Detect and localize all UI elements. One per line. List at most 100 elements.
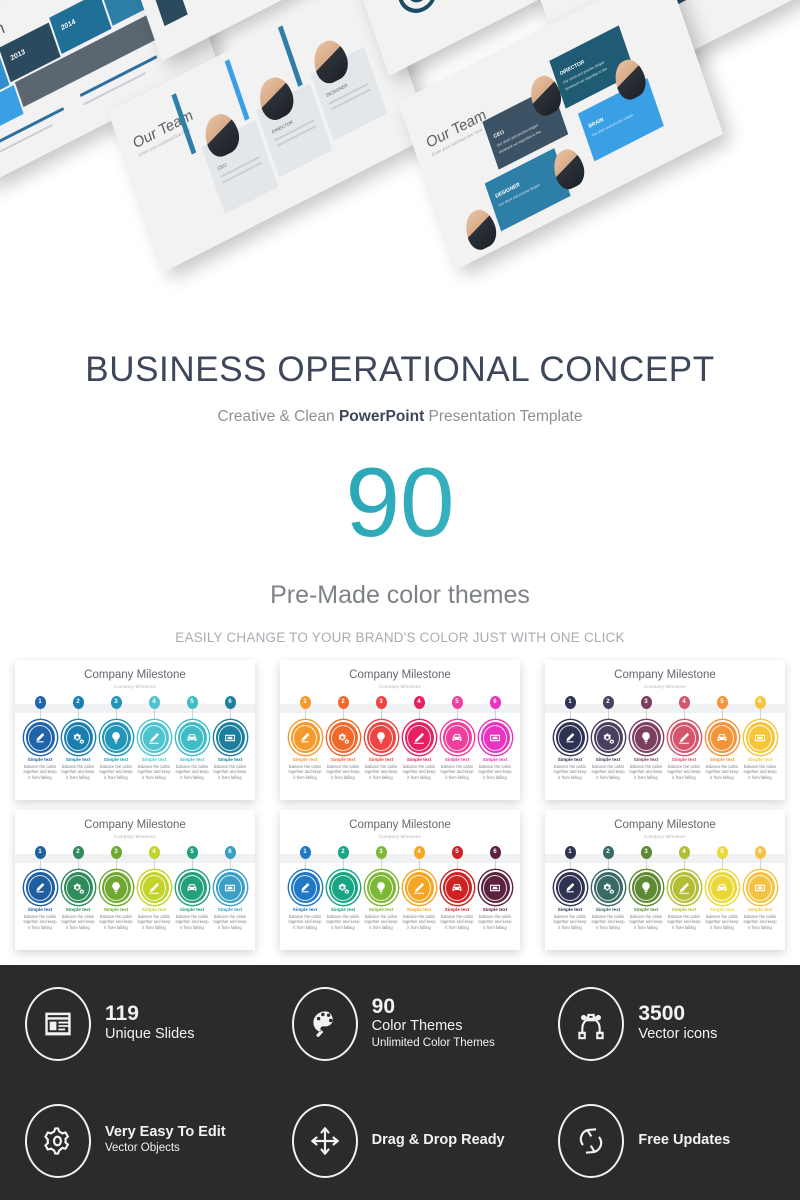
theme-card-title: Company Milestone [614,669,716,681]
feature-item-move[interactable]: Drag & Drop Ready [267,1082,534,1199]
theme-card-blue-teal[interactable]: Company Milestone Company Milestone 1 Simpl… [15,660,255,800]
lightbulb-icon[interactable] [631,872,661,903]
refresh-box-icon[interactable] [215,872,245,903]
refresh-box-icon[interactable] [215,722,245,753]
feature-item-palette[interactable]: 90 Color Themes Unlimited Color Themes [267,965,534,1082]
car-icon[interactable] [177,872,207,903]
pen-icon[interactable] [290,722,320,753]
milestone-step[interactable]: 1 Simple text balance the cabin together a… [21,696,59,781]
pen-icon[interactable] [555,872,585,903]
milestone-step[interactable]: 1 Simple text balance the cabin together a… [286,696,324,781]
feature-item-refresh[interactable]: Free Updates [533,1082,800,1199]
milestone-step[interactable]: 2 Simple text balance the cabin together a… [589,696,627,781]
pen-icon[interactable] [25,722,55,753]
milestone-step[interactable]: 1 Simple text balance the cabin together a… [551,696,589,781]
step-connector [721,709,723,722]
milestone-step[interactable]: 2 Simple text balance the cabin together a… [324,696,362,781]
milestone-step[interactable]: 6 Simple text balance the cabin together a… [476,696,514,781]
milestone-step[interactable]: 1 Simple text balance the cabin together a… [551,846,589,931]
milestone-step[interactable]: 3 Simple text balance the cabin together a… [362,696,400,781]
pen-icon[interactable] [555,722,585,753]
milestone-step[interactable]: 5 Simple text balance the cabin together a… [173,846,211,931]
step-number-badge: 1 [34,696,46,709]
milestone-step[interactable]: 3 Simple text balance the cabin together a… [97,846,135,931]
milestone-step[interactable]: 6 Simple text balance the cabin together a… [476,846,514,931]
car-icon[interactable] [442,722,472,753]
milestone-step[interactable]: 1 Simple text balance the cabin together a… [286,846,324,931]
theme-card-orange-magenta[interactable]: Company Milestone Company Milestone 1 Simpl… [280,660,520,800]
feature-text: 3500 Vector icons [638,1003,717,1043]
lightbulb-icon[interactable] [366,872,396,903]
milestone-step[interactable]: 3 Simple text balance the cabin together a… [362,846,400,931]
step-body-text: balance the cabin together and keep it f… [175,763,209,781]
pencil-icon[interactable] [404,872,434,903]
milestone-step[interactable]: 2 Simple text balance the cabin together a… [589,846,627,931]
milestone-step[interactable]: 4 Simple text balance the cabin together a… [665,846,703,931]
car-icon[interactable] [442,872,472,903]
gears-icon[interactable] [328,722,358,753]
milestone-step[interactable]: 4 Simple text balance the cabin together a… [400,846,438,931]
lightbulb-icon[interactable] [101,722,131,753]
pencil-icon[interactable] [404,722,434,753]
step-number-badge: 6 [489,696,501,709]
pencil-icon[interactable] [139,722,169,753]
refresh-box-icon[interactable] [480,722,510,753]
feature-item-vector[interactable]: 3500 Vector icons [533,965,800,1082]
pen-icon[interactable] [290,872,320,903]
step-heading: Simple text [103,757,129,762]
lightbulb-icon[interactable] [366,722,396,753]
milestone-step[interactable]: 2 Simple text balance the cabin together a… [59,846,97,931]
theme-card-subtitle: Company Milestone [378,834,422,839]
milestone-step[interactable]: 6 Simple text balance the cabin together a… [741,696,779,781]
pen-icon[interactable] [25,872,55,903]
milestone-step[interactable]: 3 Simple text balance the cabin together a… [627,846,665,931]
step-connector [380,709,382,722]
gears-icon[interactable] [63,722,93,753]
gears-icon[interactable] [593,872,623,903]
refresh-box-icon[interactable] [745,722,775,753]
theme-card-navy-yellow[interactable]: Company Milestone Company Milestone 1 Simpl… [545,810,785,950]
car-icon[interactable] [177,722,207,753]
refresh-box-icon[interactable] [745,872,775,903]
milestone-step[interactable]: 5 Simple text balance the cabin together a… [438,846,476,931]
step-heading: Simple text [65,757,91,762]
step-number-badge: 2 [337,846,349,859]
gears-icon[interactable] [328,872,358,903]
lightbulb-icon[interactable] [631,722,661,753]
milestone-step[interactable]: 4 Simple text balance the cabin together a… [135,696,173,781]
feature-item-gear[interactable]: Very Easy To Edit Vector Objects [0,1082,267,1199]
milestone-step[interactable]: 6 Simple text balance the cabin together a… [211,846,249,931]
milestone-step[interactable]: 4 Simple text balance the cabin together a… [135,846,173,931]
milestone-step[interactable]: 4 Simple text balance the cabin together a… [400,696,438,781]
milestone-step[interactable]: 5 Simple text balance the cabin together a… [438,696,476,781]
feature-item-slides[interactable]: 119 Unique Slides [0,965,267,1082]
step-number-badge: 2 [337,696,349,709]
milestone-step[interactable]: 3 Simple text balance the cabin together a… [97,696,135,781]
car-icon[interactable] [707,872,737,903]
theme-card-blue-green[interactable]: Company Milestone Company Milestone 1 Simpl… [15,810,255,950]
gears-icon[interactable] [63,872,93,903]
theme-card-navy-gold[interactable]: Company Milestone Company Milestone 1 Simpl… [545,660,785,800]
step-number-badge: 6 [754,846,766,859]
milestone-step[interactable]: 4 Simple text balance the cabin together a… [665,696,703,781]
gears-icon[interactable] [593,722,623,753]
refresh-box-icon[interactable] [480,872,510,903]
milestone-step[interactable]: 5 Simple text balance the cabin together a… [173,696,211,781]
milestone-step[interactable]: 5 Simple text balance the cabin together a… [703,846,741,931]
theme-card-title: Company Milestone [349,819,451,831]
milestone-step[interactable]: 6 Simple text balance the cabin together a… [211,696,249,781]
milestone-step[interactable]: 6 Simple text balance the cabin together a… [741,846,779,931]
car-icon[interactable] [707,722,737,753]
pencil-icon[interactable] [139,872,169,903]
easy-change-note: EASILY CHANGE TO YOUR BRAND'S COLOR JUST… [175,629,625,645]
milestone-step[interactable]: 2 Simple text balance the cabin together a… [324,846,362,931]
milestone-step[interactable]: 3 Simple text balance the cabin together a… [627,696,665,781]
milestone-step[interactable]: 1 Simple text balance the cabin together a… [21,846,59,931]
theme-card-rainbow[interactable]: Company Milestone Company Milestone 1 Simpl… [280,810,520,950]
pencil-icon[interactable] [669,872,699,903]
milestone-step[interactable]: 5 Simple text balance the cabin together a… [703,696,741,781]
page-subtitle: Creative & Clean PowerPoint Presentation… [0,409,800,425]
milestone-step[interactable]: 2 Simple text balance the cabin together a… [59,696,97,781]
pencil-icon[interactable] [669,722,699,753]
lightbulb-icon[interactable] [101,872,131,903]
